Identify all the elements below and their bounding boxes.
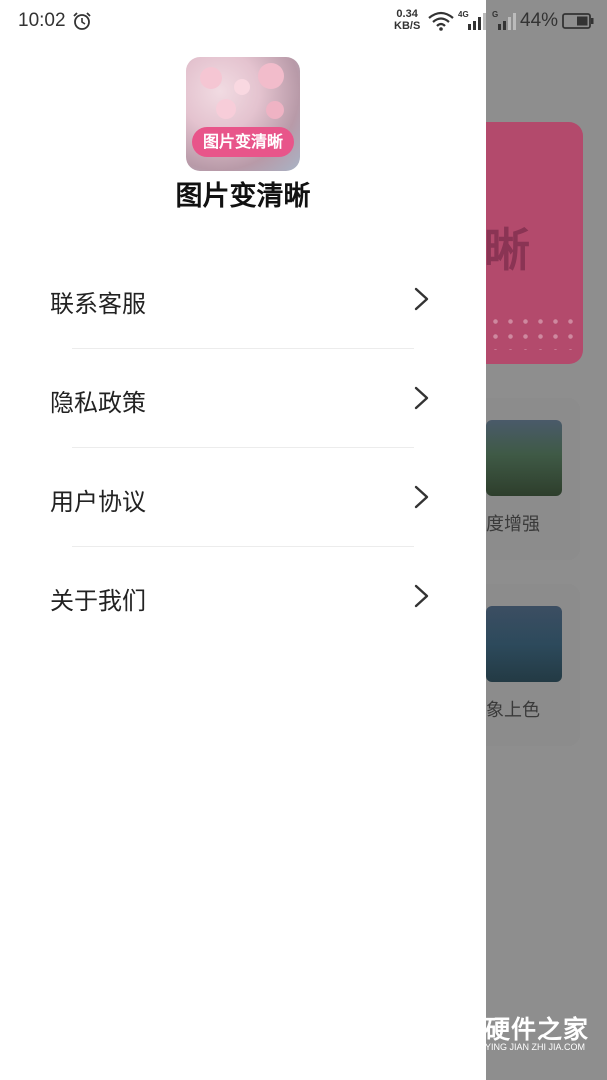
drawer-menu: 联系客服 隐私政策 用户协议 关于我们	[0, 250, 486, 646]
battery-icon	[562, 13, 594, 29]
menu-item-privacy-policy[interactable]: 隐私政策	[0, 349, 486, 448]
battery-percentage: 44%	[520, 10, 559, 31]
status-time: 10:02	[18, 10, 66, 31]
logo-text-badge: 图片变清晰	[192, 127, 294, 157]
background-card-label: 象上色	[486, 700, 540, 721]
chevron-right-icon	[414, 584, 429, 608]
signal-strength-icon	[468, 13, 486, 30]
background-banner-glyph: 晰	[484, 223, 530, 277]
navigation-drawer: 图片变清晰 图片变清晰 联系客服 隐私政策 用户协议 关于我们	[0, 0, 486, 1080]
menu-item-contact-support[interactable]: 联系客服	[0, 250, 486, 349]
background-card-label: 度增强	[486, 514, 540, 535]
background-card-thumbnail	[486, 420, 562, 496]
network-speed-value: 0.34	[396, 8, 418, 20]
menu-item-label: 关于我们	[50, 587, 146, 615]
watermark-logo-icon	[438, 1008, 480, 1056]
chevron-right-icon	[414, 485, 429, 509]
background-card-thumbnail	[486, 606, 562, 682]
logo-blossom	[234, 79, 250, 95]
background-card-enhance: 度增强	[470, 398, 580, 560]
watermark-subtitle: YING JIAN ZHI JIA.COM	[485, 1042, 586, 1052]
watermark: 硬件之家 YING JIAN ZHI JIA.COM	[437, 1004, 607, 1062]
menu-item-user-agreement[interactable]: 用户协议	[0, 448, 486, 547]
menu-item-label: 联系客服	[50, 290, 146, 318]
background-card-colorize: 象上色	[470, 584, 580, 746]
logo-blossom	[258, 63, 284, 89]
status-bar: 10:02 0.34 KB/S 4G G 44%	[0, 0, 607, 42]
network-speed: 0.34 KB/S	[394, 8, 420, 32]
chevron-right-icon	[414, 386, 429, 410]
logo-blossom	[266, 101, 284, 119]
app-name: 图片变清晰	[175, 181, 311, 212]
app-logo: 图片变清晰	[186, 57, 300, 171]
menu-item-label: 隐私政策	[50, 389, 146, 417]
logo-blossom	[216, 99, 236, 119]
signal-strength-icon	[498, 13, 516, 30]
chevron-right-icon	[414, 287, 429, 311]
network-speed-unit: KB/S	[394, 20, 421, 32]
menu-item-label: 用户协议	[50, 488, 146, 516]
menu-item-about-us[interactable]: 关于我们	[0, 547, 486, 646]
logo-blossom	[200, 67, 222, 89]
alarm-icon	[73, 12, 91, 30]
watermark-title: 硬件之家	[485, 1015, 590, 1044]
wifi-icon	[428, 11, 454, 31]
background-banner: 晰	[470, 122, 583, 364]
background-banner-dots	[488, 314, 578, 350]
